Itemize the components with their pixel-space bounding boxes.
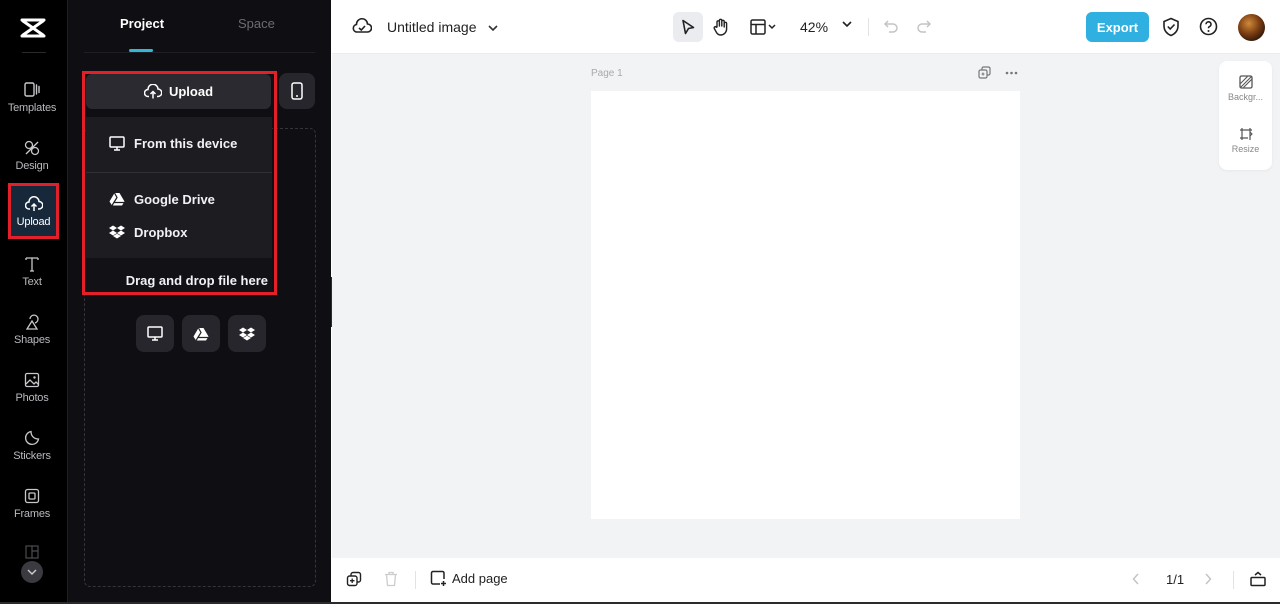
page-label: Page 1	[591, 68, 623, 79]
pointer-icon	[681, 19, 695, 35]
design-page[interactable]	[591, 91, 1020, 519]
capcut-logo-icon[interactable]	[17, 14, 49, 42]
zoom-level[interactable]: 42%	[800, 19, 828, 35]
rail-item-templates[interactable]: Templates	[0, 70, 64, 124]
rail-divider	[22, 52, 46, 53]
add-page-button[interactable]: Add page	[430, 570, 508, 587]
stickers-icon	[23, 429, 41, 447]
chevron-down-icon[interactable]	[487, 19, 499, 37]
add-duplicate-page-icon[interactable]	[346, 571, 362, 587]
background-button[interactable]: Backgr...	[1219, 75, 1272, 102]
rail-item-label: Shapes	[13, 333, 51, 346]
canvas-area: Page 1 Backgr... Resize	[332, 54, 1280, 558]
duplicate-page-icon[interactable]	[978, 66, 991, 79]
tab-space[interactable]: Space	[238, 16, 275, 31]
help-icon[interactable]	[1199, 17, 1218, 36]
add-page-label: Add page	[452, 571, 508, 586]
shield-check-icon[interactable]	[1162, 17, 1180, 37]
user-avatar[interactable]	[1238, 14, 1265, 41]
add-page-icon	[430, 570, 447, 587]
chevron-down-icon[interactable]	[21, 561, 43, 583]
source-google-drive-button[interactable]	[182, 315, 220, 352]
collage-icon	[25, 545, 39, 559]
rail-item-label: Photos	[15, 391, 49, 404]
top-toolbar: Untitled image 42% Export	[332, 0, 1280, 54]
design-icon	[23, 139, 41, 157]
background-icon	[1238, 75, 1253, 89]
hand-icon	[713, 18, 729, 36]
active-tab-indicator	[129, 49, 153, 52]
tab-project[interactable]: Project	[120, 16, 164, 31]
shapes-icon	[23, 313, 41, 331]
undo-icon[interactable]	[883, 19, 899, 35]
layout-icon	[750, 19, 778, 35]
chevron-right-icon[interactable]	[1204, 573, 1212, 585]
upload-source-buttons	[136, 315, 266, 352]
panel-tabs: Project Space	[84, 0, 315, 53]
chevron-down-icon[interactable]	[841, 20, 853, 28]
monitor-icon	[147, 326, 163, 341]
canvas-side-panel: Backgr... Resize	[1219, 61, 1272, 170]
rail-item-label: Text	[22, 275, 42, 288]
resize-button[interactable]: Resize	[1219, 127, 1272, 154]
resize-label: Resize	[1231, 144, 1260, 154]
toolbar-divider	[868, 18, 869, 36]
bottom-divider	[1233, 571, 1234, 589]
page-panel-toggle-icon[interactable]	[1249, 571, 1267, 587]
hand-tool-button[interactable]	[706, 12, 736, 42]
rail-item-photos[interactable]: Photos	[0, 360, 64, 414]
rail-item-label: Design	[15, 159, 49, 172]
rail-item-stickers[interactable]: Stickers	[0, 418, 64, 472]
rail-item-shapes[interactable]: Shapes	[0, 302, 64, 356]
export-button[interactable]: Export	[1086, 12, 1149, 42]
select-tool-button[interactable]	[673, 12, 703, 42]
redo-icon[interactable]	[916, 19, 932, 35]
frames-icon	[23, 487, 41, 505]
page-counter: 1/1	[1166, 572, 1185, 587]
more-options-icon[interactable]	[1005, 66, 1018, 79]
upload-from-mobile-button[interactable]	[279, 73, 315, 109]
mobile-phone-icon	[291, 82, 303, 100]
app-root: Templates Design Upload Text Shapes Phot…	[0, 0, 1280, 604]
rail-item-label: Stickers	[13, 449, 51, 462]
resize-icon	[1239, 127, 1253, 141]
photos-icon	[23, 371, 41, 389]
rail-item-label: Templates	[7, 101, 57, 114]
upload-cloud-icon	[24, 195, 43, 213]
left-rail: Templates Design Upload Text Shapes Phot…	[0, 0, 68, 604]
chevron-left-icon[interactable]	[1132, 573, 1140, 585]
page-actions	[978, 66, 1018, 79]
google-drive-icon	[193, 327, 209, 341]
rail-item-design[interactable]: Design	[0, 128, 64, 182]
bottom-divider	[415, 571, 416, 589]
rail-item-frames[interactable]: Frames	[0, 476, 64, 530]
cloud-sync-icon[interactable]	[352, 17, 373, 40]
templates-icon	[23, 81, 41, 99]
highlight-box	[82, 71, 277, 295]
rail-item-label: Upload	[16, 215, 51, 228]
layout-tool-button[interactable]	[744, 12, 784, 42]
source-dropbox-button[interactable]	[228, 315, 266, 352]
rail-item-text[interactable]: Text	[0, 244, 64, 298]
dropbox-icon	[239, 327, 255, 341]
background-label: Backgr...	[1227, 92, 1263, 102]
rail-item-label: Frames	[13, 507, 51, 520]
text-icon	[23, 255, 41, 273]
bottom-toolbar: Add page 1/1	[332, 558, 1280, 602]
document-title[interactable]: Untitled image	[387, 19, 477, 35]
source-device-button[interactable]	[136, 315, 174, 352]
delete-page-icon[interactable]	[384, 571, 398, 587]
rail-item-upload[interactable]: Upload	[8, 183, 59, 239]
